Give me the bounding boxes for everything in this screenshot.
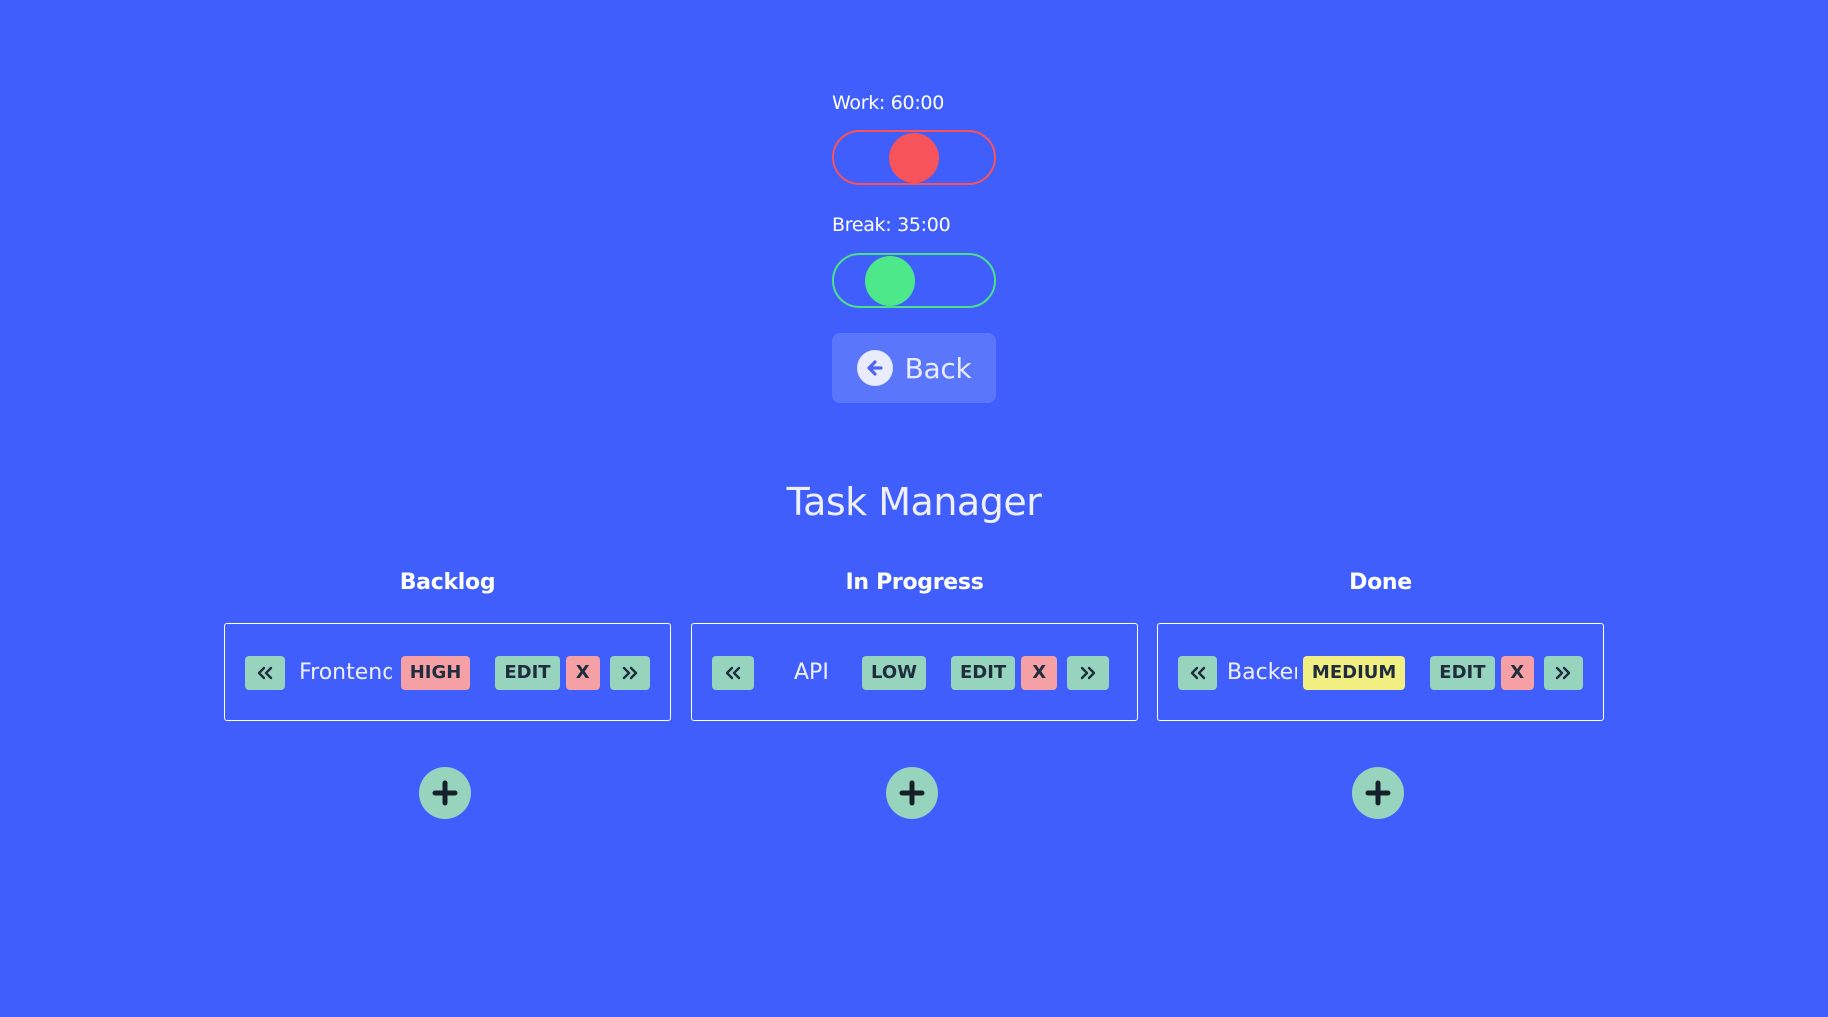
work-slider-knob[interactable] (889, 132, 939, 183)
add-task-button-in-progress[interactable] (886, 767, 938, 819)
chevrons-left-icon (1190, 666, 1205, 679)
delete-button[interactable]: X (1021, 655, 1058, 690)
task-name: Backer (1227, 660, 1297, 685)
move-left-button[interactable] (245, 655, 286, 690)
edit-button[interactable]: EDIT (950, 655, 1016, 690)
delete-button[interactable]: X (565, 655, 600, 690)
move-right-button[interactable] (1543, 655, 1583, 690)
work-timer-label: Work: 60:00 (832, 92, 945, 114)
chevrons-left-icon (725, 666, 741, 679)
back-button-label: Back (904, 351, 972, 385)
work-timer-slider[interactable] (832, 130, 996, 185)
plus-icon (899, 780, 925, 806)
edit-button[interactable]: EDIT (1430, 655, 1495, 690)
task-list-backlog: Frontend HIGH EDIT X (224, 623, 671, 721)
move-left-button[interactable] (712, 655, 754, 690)
plus-icon (432, 780, 458, 806)
break-timer-label: Break: 35:00 (832, 214, 951, 236)
task-name: API (794, 660, 829, 685)
column-in-progress: In Progress API LOW EDIT X (691, 565, 1138, 721)
back-button[interactable]: Back (832, 333, 996, 403)
chevrons-right-icon (1081, 666, 1096, 679)
move-right-button[interactable] (609, 655, 650, 690)
priority-badge: MEDIUM (1302, 655, 1406, 690)
column-backlog: Backlog Frontend HIGH EDIT X (224, 565, 671, 721)
break-timer-slider[interactable] (832, 253, 996, 308)
arrow-left-circle-icon (856, 350, 893, 386)
task-list-done: Backer MEDIUM EDIT X (1157, 623, 1604, 721)
page-title: Task Manager (786, 480, 1042, 524)
edit-button[interactable]: EDIT (495, 655, 560, 690)
priority-badge: LOW (862, 655, 926, 690)
column-done: Done Backer MEDIUM EDIT X (1157, 565, 1604, 721)
task-name: Frontend (299, 660, 392, 685)
column-title: Done (1349, 570, 1412, 595)
add-task-button-done[interactable] (1352, 767, 1404, 819)
task-item: Backer MEDIUM EDIT X (1178, 655, 1583, 690)
delete-button[interactable]: X (1500, 655, 1534, 690)
chevrons-right-icon (622, 666, 638, 679)
move-right-button[interactable] (1067, 655, 1110, 690)
plus-icon (1365, 780, 1391, 806)
add-task-button-backlog[interactable] (419, 767, 471, 819)
chevrons-right-icon (1556, 666, 1571, 679)
move-left-button[interactable] (1178, 655, 1218, 690)
task-list-in-progress: API LOW EDIT X (691, 623, 1138, 721)
break-slider-knob[interactable] (865, 255, 915, 306)
task-item: API LOW EDIT X (712, 655, 1117, 690)
priority-badge: HIGH (400, 655, 471, 690)
column-title: Backlog (399, 570, 496, 595)
task-item: Frontend HIGH EDIT X (245, 655, 650, 690)
column-title: In Progress (845, 570, 984, 595)
chevrons-left-icon (257, 666, 273, 679)
